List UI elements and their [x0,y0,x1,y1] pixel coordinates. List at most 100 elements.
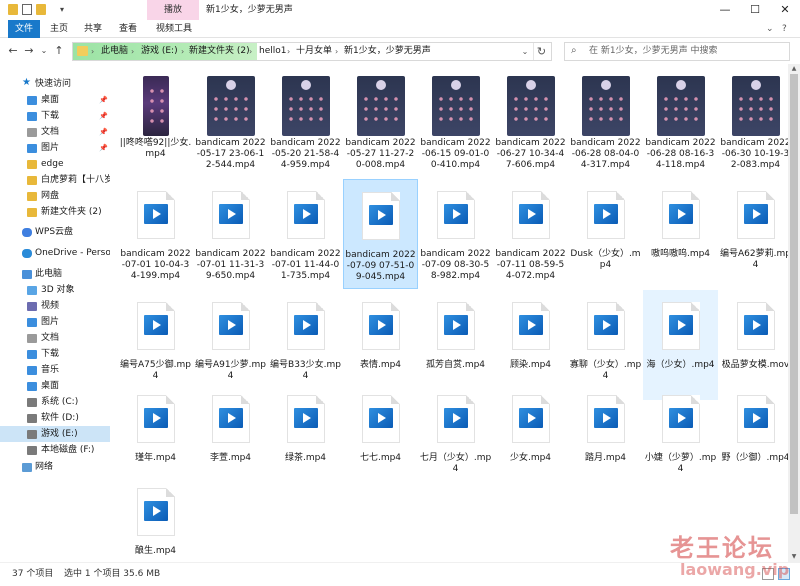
recent-locations-icon[interactable]: ⌄ [37,43,51,59]
file-item[interactable]: bandicam 2022-06-27 10-34-47-606.mp4 [493,68,568,178]
avatar [525,80,536,90]
file-item[interactable]: ||咚咚嗒92||少女.mp4 [118,68,193,178]
quick-access-dropdown-icon[interactable]: ▾ [60,4,68,15]
address-dropdown-icon[interactable]: ⌄ [519,43,531,60]
thumbnail-pattern [510,94,551,126]
file-item[interactable]: bandicam 2022-06-28 08-16-34-118.mp4 [643,68,718,178]
file-item[interactable]: 七月（少女）.mp4 [418,383,493,493]
file-item[interactable]: bandicam 2022-07-01 10-04-34-199.mp4 [118,179,193,289]
nav-network[interactable]: 网络 [0,459,110,475]
sidebar-item-pc-7[interactable]: 系统 (C:) [0,394,110,410]
sidebar-item-quick-1[interactable]: 下载 📌 [0,108,110,124]
play-triangle [527,209,536,219]
file-item[interactable]: 嗷呜嗷呜.mp4 [643,179,718,289]
checkbox-icon[interactable] [22,4,32,15]
file-item[interactable]: bandicam 2022-07-01 11-44-01-735.mp4 [268,179,343,289]
sidebar-item-quick-0[interactable]: 桌面 📌 [0,92,110,108]
file-name: bandicam 2022-06-28 08-04-04-317.mp4 [570,138,641,170]
tab-play-context[interactable]: 播放 [147,0,199,20]
video-file-icon [436,302,475,350]
file-item[interactable]: bandicam 2022-06-15 09-01-00-410.mp4 [418,68,493,178]
sidebar-item-pc-0[interactable]: 3D 对象 [0,282,110,298]
sidebar-item-quick-6[interactable]: 网盘 [0,188,110,204]
breadcrumb-drive-e[interactable]: 游戏 (E:) [141,43,178,60]
file-item[interactable]: bandicam 2022-07-09 07-51-09-045.mp4 [343,179,418,289]
forward-icon[interactable]: → [22,43,36,59]
sidebar-item-pc-4[interactable]: 下载 [0,346,110,362]
tab-video-tools[interactable]: 视频工具 [148,20,200,38]
tab-share[interactable]: 共享 [76,20,110,38]
file-item[interactable]: bandicam 2022-07-09 08-30-58-982.mp4 [418,179,493,289]
scroll-down-icon[interactable]: ▼ [788,552,800,562]
avatar [450,80,461,90]
page-fold [465,395,475,404]
file-item[interactable]: 野（少御）.mp4 [718,383,793,493]
sidebar-item-quick-4[interactable]: edge [0,156,110,172]
sidebar-item-label: 本地磁盘 (F:) [41,445,95,455]
nav-wps-cloud[interactable]: WPS云盘 [0,224,110,240]
video-file-icon [211,395,250,443]
new-folder-icon[interactable] [36,4,46,15]
file-item[interactable]: bandicam 2022-06-30 10-19-32-083.mp4 [718,68,793,178]
play-icon [218,315,243,335]
video-file-icon [661,191,700,239]
up-icon[interactable]: ↑ [52,43,66,59]
nav-onedrive[interactable]: OneDrive - Persona [0,245,110,261]
search-input[interactable]: 在 新1少女，少萝无男声 中搜索 [589,43,717,60]
back-icon[interactable]: ← [6,43,20,59]
file-item[interactable]: 小婕（少萝）.mp4 [643,383,718,493]
video-thumbnail [506,76,555,136]
breadcrumb-new-folder-2[interactable]: 新建文件夹 (2) [189,43,250,60]
maximize-icon[interactable]: ☐ [740,0,770,20]
scrollbar-thumb[interactable] [790,74,798,514]
sidebar-item-pc-5[interactable]: 音乐 [0,362,110,378]
file-item[interactable]: 踏月.mp4 [568,383,643,493]
sidebar-item-pc-3[interactable]: 文档 [0,330,110,346]
file-item[interactable]: bandicam 2022-06-28 08-04-04-317.mp4 [568,68,643,178]
file-item[interactable]: bandicam 2022-05-17 23-06-12-544.mp4 [193,68,268,178]
file-item[interactable]: Dusk（少女）.mp4 [568,179,643,289]
sidebar-item-quick-2[interactable]: 文档 📌 [0,124,110,140]
file-item[interactable]: 少女.mp4 [493,383,568,493]
sidebar-item-pc-2[interactable]: 图片 [0,314,110,330]
file-item[interactable]: bandicam 2022-05-20 21-58-44-959.mp4 [268,68,343,178]
sidebar-item-quick-3[interactable]: 图片 📌 [0,140,110,156]
sidebar-item-pc-10[interactable]: 本地磁盘 (F:) [0,442,110,458]
pin-icon: 📌 [99,128,108,136]
folder-icon [27,176,37,185]
file-item[interactable]: 编号A62萝莉.mp4 [718,179,793,289]
file-item[interactable]: 李萱.mp4 [193,383,268,493]
chevron-down-icon[interactable]: ⌄ [766,22,774,36]
refresh-icon[interactable]: ↻ [533,43,549,60]
sidebar-item-pc-9[interactable]: 游戏 (E:) [0,426,110,442]
close-icon[interactable]: ✕ [770,0,800,20]
breadcrumb-this-pc[interactable]: 此电脑 [101,43,128,60]
tab-home[interactable]: 主页 [42,20,76,38]
breadcrumb-october[interactable]: 十月女单 [296,43,332,60]
scroll-up-icon[interactable]: ▲ [788,64,800,74]
file-item[interactable]: bandicam 2022-07-11 08-59-54-072.mp4 [493,179,568,289]
file-item[interactable]: bandicam 2022-05-27 11-27-20-008.mp4 [343,68,418,178]
vertical-scrollbar[interactable]: ▲ ▼ [788,64,800,562]
nav-quick-access[interactable]: ★ 快速访问 [0,76,110,92]
sidebar-item-pc-8[interactable]: 软件 (D:) [0,410,110,426]
tab-file[interactable]: 文件 [8,20,40,38]
address-bar[interactable]: › 此电脑 › 游戏 (E:) › 新建文件夹 (2) › hello1 › 十… [72,42,552,61]
sidebar-item-pc-1[interactable]: 视频 [0,298,110,314]
play-triangle [377,413,386,423]
minimize-icon[interactable]: — [710,0,740,20]
file-item[interactable]: 七七.mp4 [343,383,418,493]
sidebar-item-quick-5[interactable]: 白虎萝莉【十八岁小 [0,172,110,188]
play-icon [368,408,393,428]
search-box[interactable]: ⌕ 在 新1少女，少萝无男声 中搜索 [564,42,790,61]
help-icon[interactable]: ? [782,22,787,36]
file-item[interactable]: 绿茶.mp4 [268,383,343,493]
breadcrumb-hello1[interactable]: hello1 [259,43,286,60]
page-fold [690,302,700,311]
tab-view[interactable]: 查看 [111,20,145,38]
sidebar-item-pc-6[interactable]: 桌面 [0,378,110,394]
nav-this-pc[interactable]: 此电脑 [0,266,110,282]
breadcrumb-current-folder[interactable]: 新1少女，少萝无男声 [344,43,431,60]
sidebar-item-quick-7[interactable]: 新建文件夹 (2) [0,204,110,220]
file-item[interactable]: bandicam 2022-07-01 11-31-39-650.mp4 [193,179,268,289]
